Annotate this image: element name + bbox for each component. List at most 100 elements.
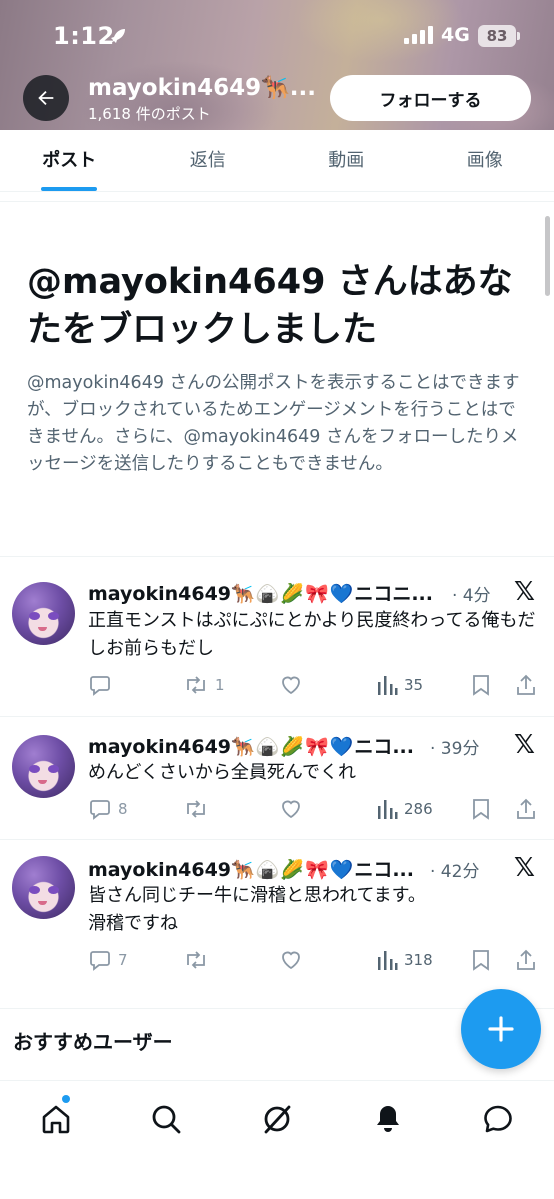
post-author-emojis: 🐕‍🦺🍙🌽🎀💙 [231,583,355,605]
network-type: 4G [441,24,470,46]
views-count: 35 [404,676,424,694]
post-text: 正直モンストはぷにぷにとかより民度終わってる俺もだしお前らもだし [88,610,536,659]
back-button[interactable] [23,75,69,121]
bookmark-icon [473,675,489,696]
reply-count: 8 [118,800,128,818]
tab-videos[interactable]: 動画 [277,130,416,191]
post-time[interactable]: · 42分 [430,857,479,882]
arrow-left-icon [38,90,54,106]
bookmark-icon [473,950,489,971]
nav-messages[interactable] [478,1099,518,1139]
avatar[interactable] [12,582,75,645]
tab-images[interactable]: 画像 [416,130,554,191]
follow-button[interactable]: フォローする [330,75,531,121]
battery-indicator: 83 [478,25,520,47]
reply-button[interactable] [88,671,118,699]
reply-button[interactable]: 7 [88,946,128,974]
repost-arrows-icon [187,800,205,818]
share-button[interactable] [515,795,537,823]
recommend-title: おすすめユーザー [13,1030,173,1054]
bookmark-icon [473,799,489,820]
views-button[interactable]: 286 [376,795,433,823]
bar-chart-icon [378,676,398,695]
tabs-divider [0,192,554,202]
post-text: めんどくさいから全員死んでくれ [88,762,357,783]
repost-count: 1 [215,676,225,694]
speech-bubble-icon [90,676,110,696]
views-button[interactable]: 35 [376,671,423,699]
bell-icon [377,1106,399,1132]
tab-posts[interactable]: ポスト [0,130,139,191]
post-time[interactable]: · 4分 [452,581,491,606]
nav-search[interactable] [146,1099,186,1139]
bar-chart-icon [378,800,398,819]
views-count: 318 [404,951,433,969]
post-item[interactable]: mayokin4649🐕‍🦺🍙🌽🎀💙ニコニ... · 4分 𝕏 正直モンストはぷ… [0,557,554,716]
post-author-suffix: ニコニ... [354,583,433,605]
post-author-name: mayokin4649 [88,736,232,758]
tab-replies[interactable]: 返信 [139,130,278,191]
post-author-name: mayokin4649 [88,583,232,605]
home-notification-dot [62,1095,70,1103]
status-bar: 1:12 4G 83 [0,0,554,74]
post-actions: 7 318 [88,946,548,974]
repost-button[interactable] [183,795,215,823]
plus-icon [488,1016,514,1042]
post-item[interactable]: mayokin4649🐕‍🦺🍙🌽🎀💙ニコ... · 39分 𝕏 めんどくさいから… [0,717,554,839]
grok-slash-icon [264,1105,291,1134]
views-count: 286 [404,800,433,818]
reply-button[interactable]: 8 [88,795,128,823]
post-author-suffix: ニコ... [354,859,414,881]
compose-button[interactable] [461,989,541,1069]
views-button[interactable]: 318 [376,946,433,974]
like-button[interactable] [279,671,303,699]
share-button[interactable] [515,671,537,699]
heart-icon [282,676,300,695]
repost-button[interactable]: 1 [183,671,225,699]
post-item[interactable]: mayokin4649🐕‍🦺🍙🌽🎀💙ニコ... · 42分 𝕏 皆さん同じチー牛… [0,840,554,1008]
repost-button[interactable] [183,946,215,974]
search-icon [152,1105,181,1134]
post-author-emojis: 🐕‍🦺🍙🌽🎀💙 [231,736,355,758]
nav-home[interactable] [36,1099,76,1139]
rocket-icon [105,25,129,53]
share-icon [517,949,535,970]
bookmark-button[interactable] [470,795,492,823]
blocked-description: @mayokin4649 さんの公開ポストを表示することはできますが、ブロックさ… [27,373,520,474]
heart-icon [282,951,300,970]
signal-icon [404,26,434,48]
like-button[interactable] [279,946,303,974]
blocked-title: @mayokin4649 さんはあなたをブロックしました [27,262,513,350]
share-icon [517,674,535,695]
share-icon [517,798,535,819]
bookmark-button[interactable] [470,946,492,974]
post-author-name: mayokin4649 [88,859,232,881]
heart-icon [282,800,300,819]
like-button[interactable] [279,795,303,823]
post-time[interactable]: · 39分 [430,734,479,759]
repost-arrows-icon [187,951,205,969]
nav-notifications[interactable] [368,1099,408,1139]
home-icon [42,1105,70,1134]
reply-count: 7 [118,951,128,969]
speech-bubble-icon [90,951,110,971]
post-author-suffix: ニコ... [354,736,414,758]
bookmark-button[interactable] [470,671,492,699]
post-actions: 1 35 [88,671,548,699]
share-button[interactable] [515,946,537,974]
avatar[interactable] [12,856,75,919]
post-author[interactable]: mayokin4649🐕‍🦺🍙🌽🎀💙ニコ... [88,855,414,882]
x-logo-icon: 𝕏 [514,853,535,883]
scrollbar[interactable] [545,216,550,296]
nav-grok[interactable] [257,1099,297,1139]
bottom-nav [0,1080,554,1199]
post-author[interactable]: mayokin4649🐕‍🦺🍙🌽🎀💙ニコニ... [88,579,433,606]
post-author[interactable]: mayokin4649🐕‍🦺🍙🌽🎀💙ニコ... [88,732,414,759]
header-post-count: 1,618 件のポスト [88,105,211,123]
post-actions: 8 286 [88,795,548,823]
header-username: mayokin4649🐕‍🦺... [88,75,316,101]
avatar[interactable] [12,735,75,798]
x-logo-icon: 𝕏 [514,577,535,607]
speech-bubble-icon [90,800,110,820]
repost-arrows-icon [187,676,205,694]
